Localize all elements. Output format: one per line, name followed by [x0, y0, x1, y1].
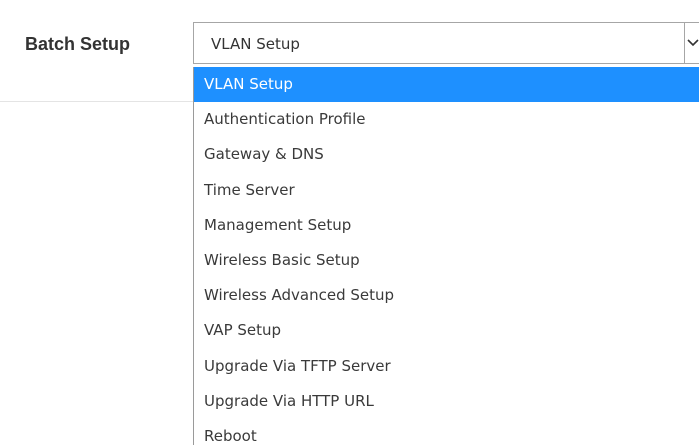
option-time-server[interactable]: Time Server	[194, 173, 699, 208]
dropdown-options-list: VLAN Setup Authentication Profile Gatewa…	[193, 67, 699, 445]
select-current-value: VLAN Setup	[211, 35, 300, 53]
dropdown-arrow-button[interactable]	[684, 23, 699, 63]
batch-setup-select[interactable]: VLAN Setup	[193, 22, 699, 64]
option-gateway-dns[interactable]: Gateway & DNS	[194, 137, 699, 172]
batch-setup-label: Batch Setup	[25, 34, 131, 54]
option-upgrade-via-tftp-server[interactable]: Upgrade Via TFTP Server	[194, 349, 699, 384]
option-management-setup[interactable]: Management Setup	[194, 208, 699, 243]
chevron-down-icon	[687, 39, 699, 47]
batch-setup-page: Batch Setup VLAN Setup VLAN Setup Authen…	[0, 0, 699, 445]
option-vap-setup[interactable]: VAP Setup	[194, 313, 699, 348]
option-wireless-basic-setup[interactable]: Wireless Basic Setup	[194, 243, 699, 278]
option-upgrade-via-http-url[interactable]: Upgrade Via HTTP URL	[194, 384, 699, 419]
option-reboot[interactable]: Reboot	[194, 419, 699, 445]
row-separator	[0, 101, 195, 102]
option-vlan-setup[interactable]: VLAN Setup	[194, 67, 699, 103]
option-authentication-profile[interactable]: Authentication Profile	[194, 102, 699, 137]
option-wireless-advanced-setup[interactable]: Wireless Advanced Setup	[194, 278, 699, 313]
